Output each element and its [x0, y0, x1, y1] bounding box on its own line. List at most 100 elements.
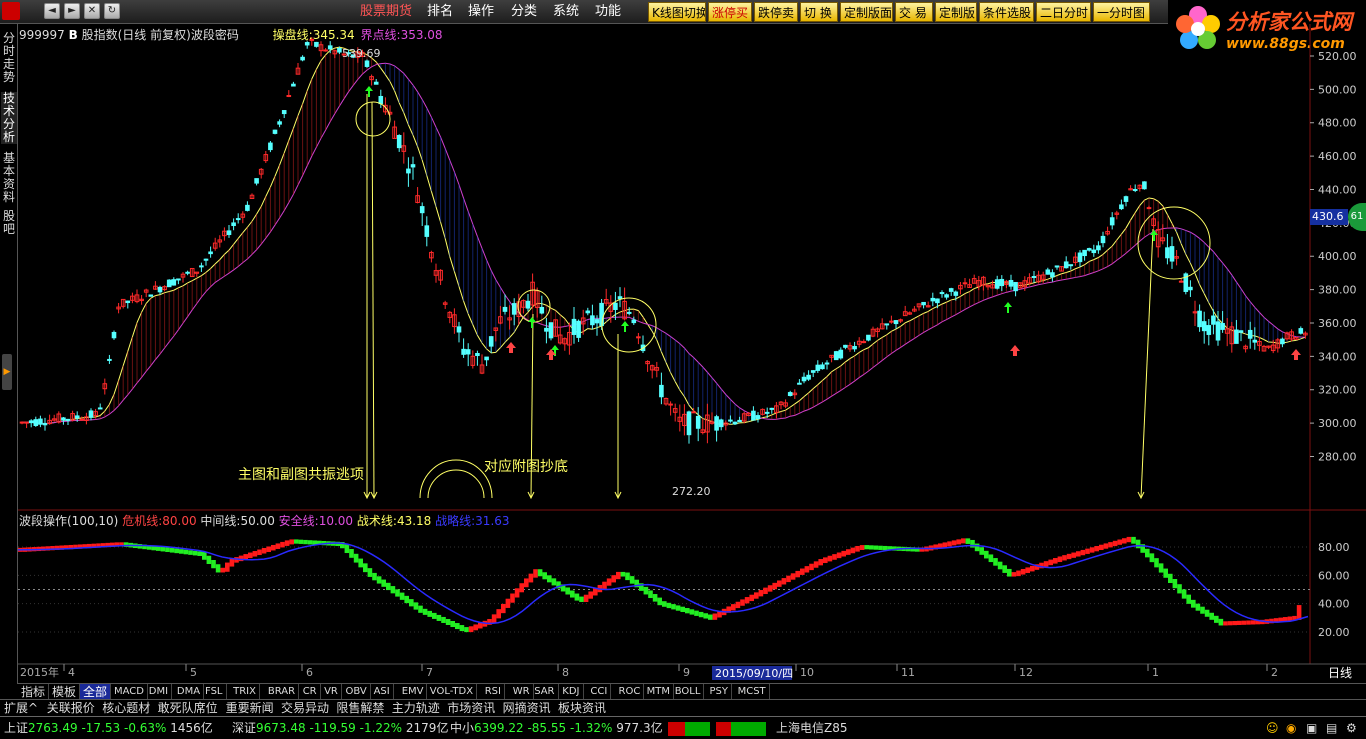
candle-body	[935, 298, 940, 304]
section-tab-2[interactable]: 核心题材	[100, 700, 152, 717]
section-tab-9[interactable]: 网摘资讯	[501, 700, 553, 717]
toolbar-trade[interactable]: 交 易	[895, 2, 933, 22]
back-icon[interactable]: ◄	[44, 3, 60, 19]
osc-bar	[997, 561, 1003, 570]
toolbar-switch[interactable]: 切 换	[800, 2, 838, 22]
indicator-tab-fsl[interactable]: FSL	[202, 684, 227, 700]
indicator-tab-kdj[interactable]: KDJ	[559, 684, 584, 700]
indicator-tab-rsi[interactable]: RSI	[482, 684, 505, 700]
indicator-tab-wr[interactable]: WR	[510, 684, 534, 700]
toolbar-one-minute[interactable]: 一分时图	[1093, 2, 1150, 22]
bell-icon[interactable]: ☺	[1266, 717, 1279, 739]
indicator-tab-boll[interactable]: BOLL	[672, 684, 705, 700]
menu-system[interactable]: 系统	[553, 0, 579, 24]
osc-bar	[183, 549, 189, 555]
date-cursor-label: 2015/09/10/四	[715, 667, 793, 680]
close-icon[interactable]: ✕	[84, 3, 100, 19]
indicator-tab-cr[interactable]: CR	[300, 684, 321, 700]
indicator-tab-asi[interactable]: ASI	[371, 684, 394, 700]
candle-body	[1169, 246, 1175, 262]
osc-bar	[1209, 612, 1214, 620]
candle-body	[1063, 261, 1069, 269]
menu-category[interactable]: 分类	[511, 0, 537, 24]
menu-operate[interactable]: 操作	[468, 0, 494, 24]
osc-bar	[1011, 572, 1017, 577]
candle-body	[797, 382, 802, 385]
settings-icon[interactable]: ⚙	[1346, 717, 1357, 739]
indicator-tab-dma[interactable]: DMA	[174, 684, 205, 700]
indicator-tab-roc[interactable]: ROC	[616, 684, 645, 700]
formula-name: 波段密码	[190, 28, 239, 42]
indicator-tab-vr[interactable]: VR	[321, 684, 342, 700]
section-tab-0[interactable]: 扩展^	[2, 700, 40, 717]
indicator-tab-mtm[interactable]: MTM	[644, 684, 674, 700]
indicator-tab-cci[interactable]: CCI	[587, 684, 612, 700]
section-tab-3[interactable]: 敢死队席位	[156, 700, 220, 717]
osc-bar	[1122, 538, 1127, 544]
candle-body	[921, 301, 926, 306]
indicator-tab-obv[interactable]: OBV	[343, 684, 371, 700]
indicator-tab-全部[interactable]: 全部	[80, 684, 112, 700]
toolbar-custom-layout[interactable]: 定制版面	[840, 2, 893, 22]
indicator-tab-mcst[interactable]: MCST	[735, 684, 770, 700]
indicator-tab-trix[interactable]: TRIX	[230, 684, 260, 700]
section-tab-5[interactable]: 交易异动	[279, 700, 331, 717]
osc-bar	[1145, 548, 1150, 558]
indicator-tab-指标[interactable]: 指标	[18, 684, 50, 700]
indicator-tab-psy[interactable]: PSY	[707, 684, 732, 700]
candle-body	[820, 364, 825, 370]
monitor-icon[interactable]: ▤	[1326, 717, 1337, 739]
osc-bar	[220, 567, 225, 573]
candle-body	[245, 204, 250, 211]
menu-function[interactable]: 功能	[595, 0, 621, 24]
indicator-tab-sar[interactable]: SAR	[531, 684, 559, 700]
indicator-tab-vol-tdx[interactable]: VOL-TDX	[427, 684, 478, 700]
side-tab-fundamental[interactable]: 基本资料	[1, 152, 17, 204]
collapse-handle-icon[interactable]: ▶	[2, 354, 12, 390]
side-tab-technical[interactable]: 技术分析	[1, 92, 17, 144]
osc-bar	[372, 572, 377, 581]
osc-bar	[390, 586, 396, 594]
candle-body	[208, 251, 213, 255]
candle-body	[1082, 249, 1087, 257]
toolbar-limit-up-buy[interactable]: 涨停买	[708, 2, 752, 22]
osc-bar	[165, 547, 170, 553]
server-status[interactable]: 上海电信Z85	[776, 717, 848, 739]
candle-body	[107, 358, 112, 361]
side-tab-forum[interactable]: 股吧	[1, 210, 17, 236]
menu-rank[interactable]: 排名	[427, 0, 453, 24]
price-tick-label: 380.00	[1318, 284, 1357, 297]
side-tab-intraday[interactable]: 分时走势	[1, 32, 17, 84]
section-tab-1[interactable]: 关联报价	[45, 700, 97, 717]
toolbar-kline-switch[interactable]: K线图切换	[648, 2, 706, 22]
section-tab-6[interactable]: 限售解禁	[334, 700, 386, 717]
indicator-tab-macd[interactable]: MACD	[111, 684, 148, 700]
section-tab-10[interactable]: 板块资讯	[556, 700, 608, 717]
notice-icon[interactable]: ◉	[1286, 717, 1296, 739]
kline-chart[interactable]: 539.69272.20主图和副图共振逃项 对应附图抄底 520.00500.00…	[17, 24, 1366, 697]
toolbar-stock-filter[interactable]: 条件选股	[979, 2, 1034, 22]
annotation-escape-top: 主图和副图共振逃项	[238, 467, 364, 483]
middle-label: 中间线:	[200, 514, 241, 528]
menu-stock-futures[interactable]: 股票期货	[360, 0, 412, 24]
osc-bar	[261, 547, 267, 554]
candle-body	[737, 419, 742, 423]
section-tab-4[interactable]: 重要新闻	[224, 700, 276, 717]
toolbar-limit-down-sell[interactable]: 跌停卖	[754, 2, 798, 22]
tactic-value: 43.18	[396, 514, 432, 528]
indicator-tab-dmi[interactable]: DMI	[146, 684, 173, 700]
indicator-tab-brar[interactable]: BRAR	[265, 684, 300, 700]
section-tab-8[interactable]: 市场资讯	[445, 700, 497, 717]
refresh-icon[interactable]: ↻	[104, 3, 120, 19]
toolbar-two-day-intraday[interactable]: 二日分时	[1036, 2, 1091, 22]
forward-icon[interactable]: ►	[64, 3, 80, 19]
osc-bar	[1177, 584, 1182, 594]
chart-area[interactable]: 539.69 272.20 主图和副图共振逃项 对应附图抄底 520.00 500.00…	[17, 24, 1366, 697]
lock-icon[interactable]: ▣	[1306, 717, 1317, 739]
indicator-tab-emv[interactable]: EMV	[399, 684, 428, 700]
candle-body	[1238, 330, 1244, 333]
indicator-tab-模板[interactable]: 模板	[49, 684, 81, 700]
osc-bar	[1053, 558, 1058, 564]
toolbar-custom-edition[interactable]: 定制版	[935, 2, 977, 22]
section-tab-7[interactable]: 主力轨迹	[390, 700, 442, 717]
